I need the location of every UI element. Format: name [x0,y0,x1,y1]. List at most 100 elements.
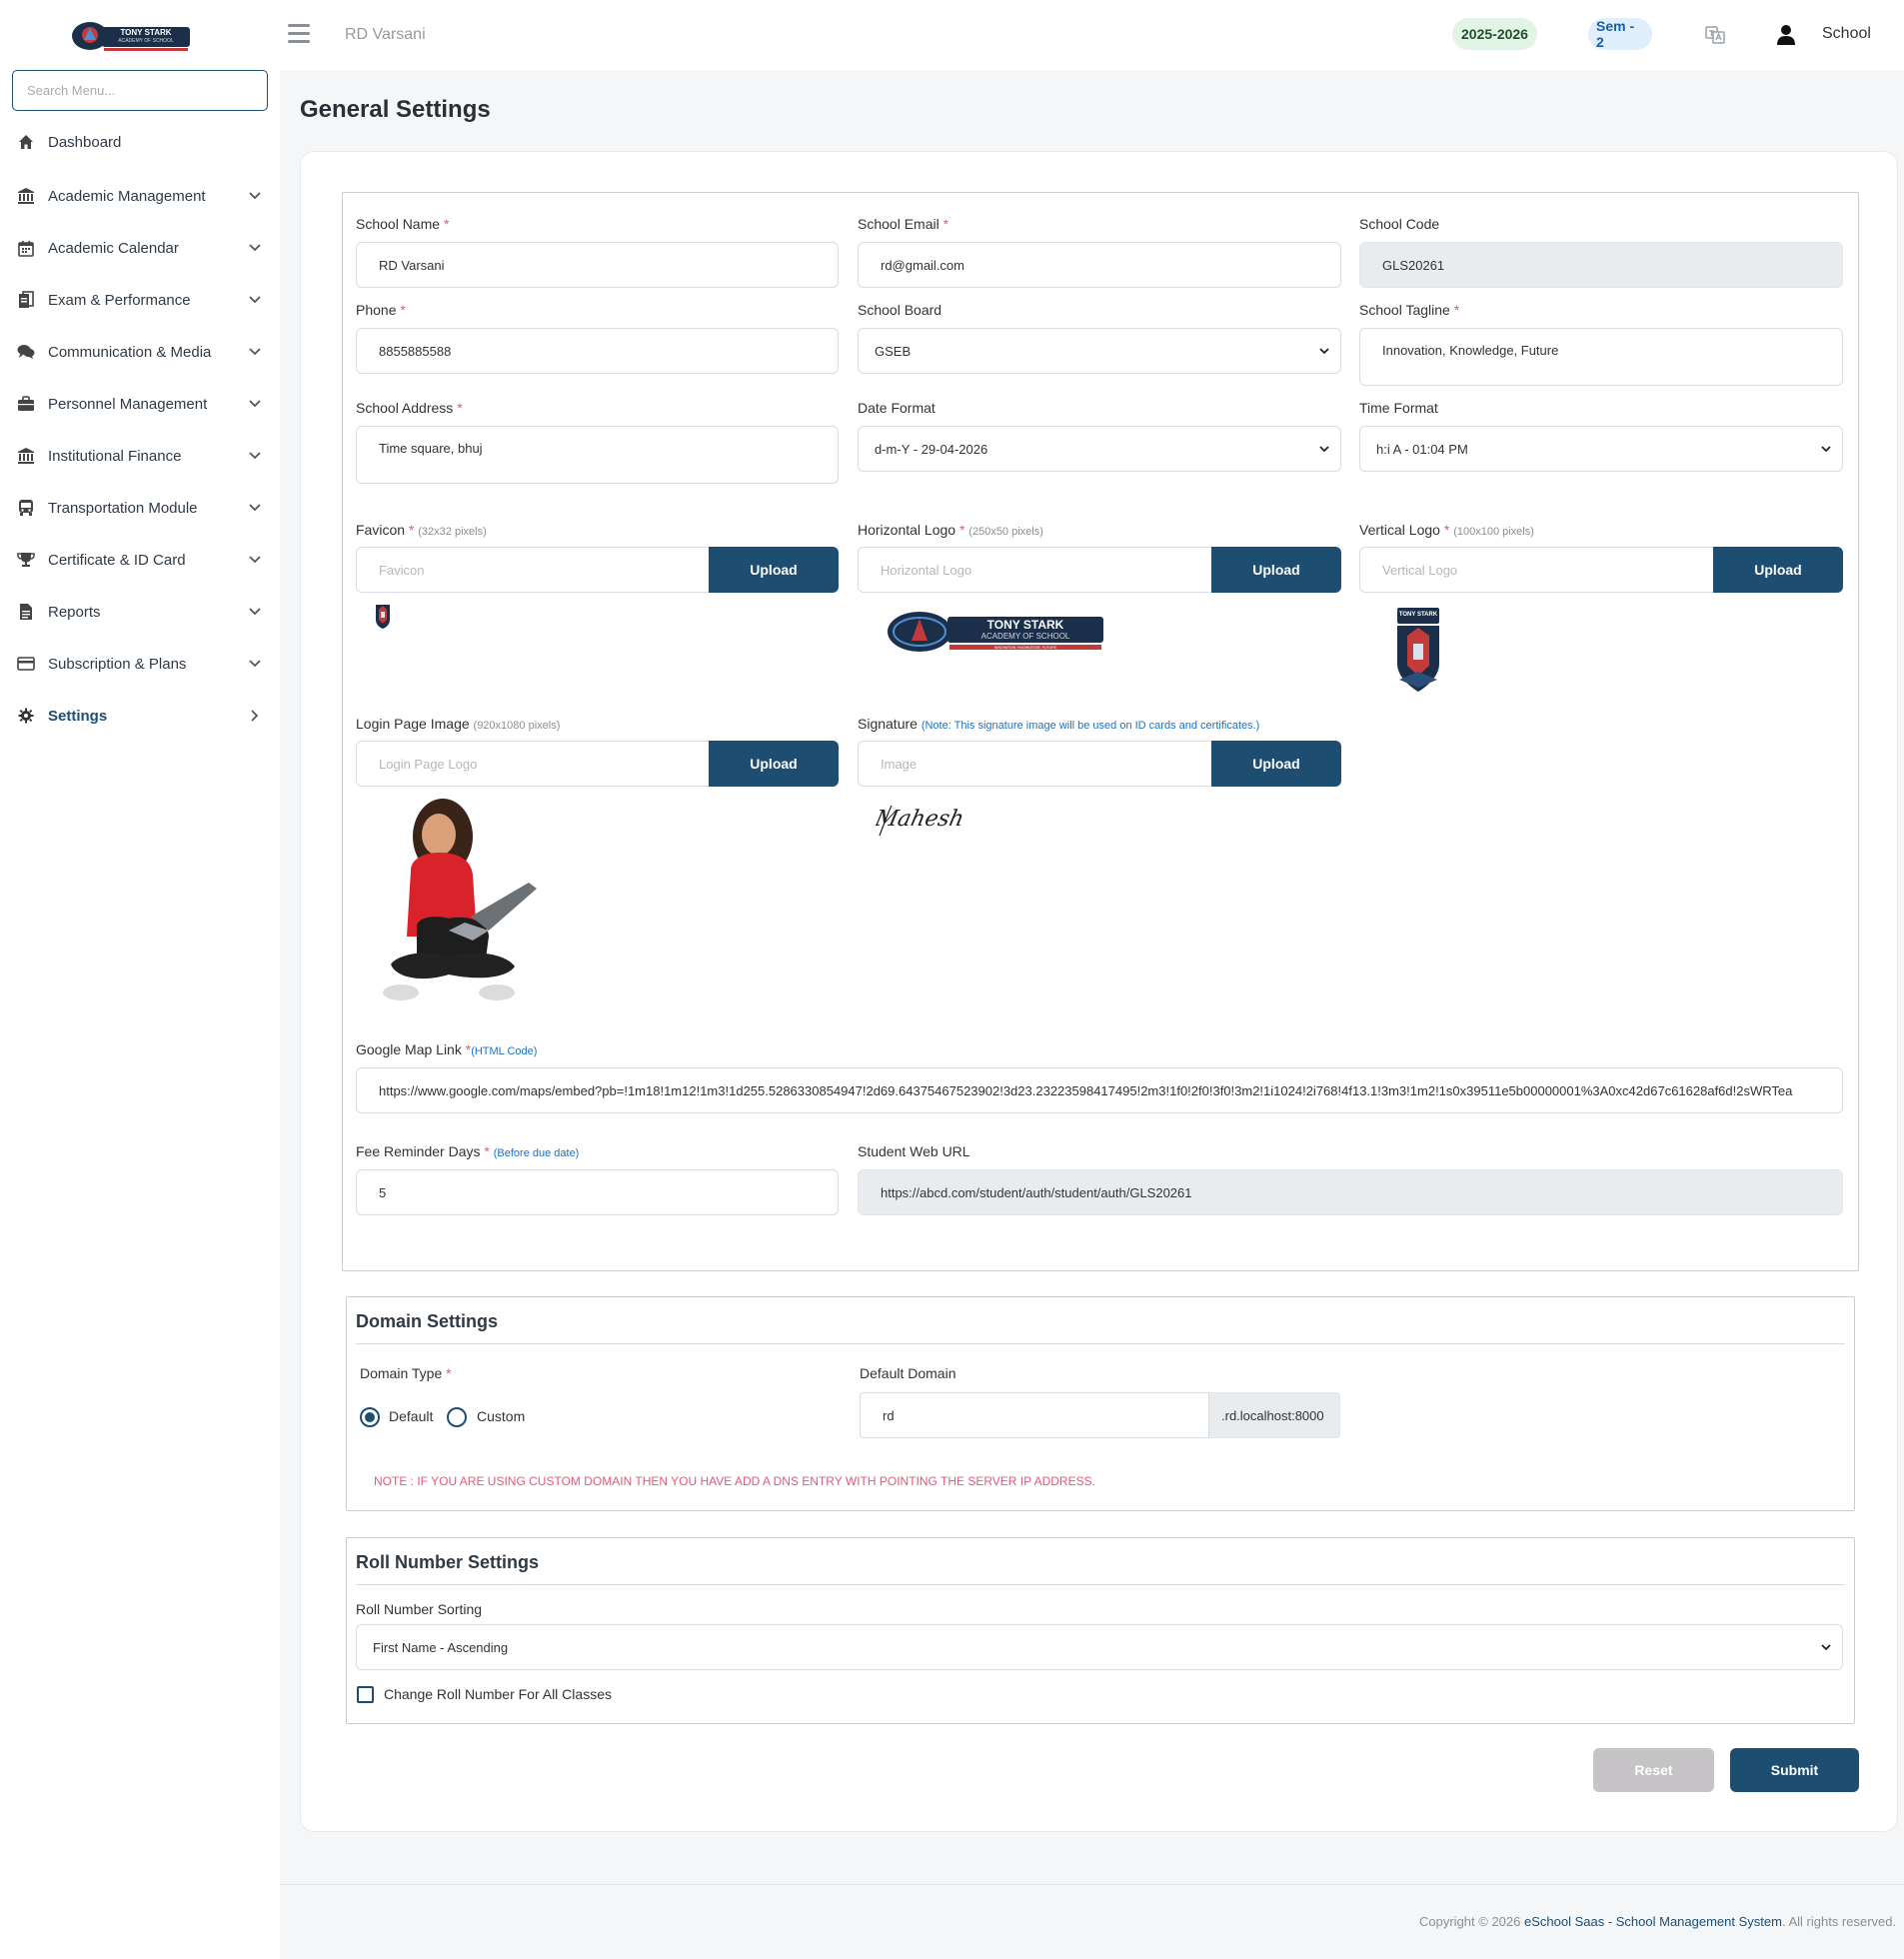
roll-number-sorting-label: Roll Number Sorting [356,1601,483,1617]
svg-text:TONY STARK: TONY STARK [1399,612,1438,618]
roll-number-sorting-select[interactable]: First Name - Ascending [356,1624,1843,1670]
school-address-label: School Address * [356,400,463,416]
student-web-url-input: https://abcd.com/student/auth/student/au… [858,1169,1843,1215]
date-format-label: Date Format [858,400,936,416]
bus-icon [16,498,36,518]
date-format-select[interactable]: d-m-Y - 29-04-2026 [858,426,1341,472]
roll-number-settings-title: Roll Number Settings [356,1552,540,1572]
footer: Copyright © 2026 eSchool Saas - School M… [1419,1914,1896,1929]
time-format-select[interactable]: h:i A - 01:04 PM [1359,426,1843,472]
menu-toggle-icon[interactable] [288,24,310,44]
user-label[interactable]: School [1822,25,1871,43]
school-tagline-textarea[interactable]: Innovation, Knowledge, Future [1359,328,1843,386]
page-title: General Settings [300,96,491,123]
login-image-file-input[interactable]: Login Page Logo [356,741,716,787]
vertical-logo-label: Vertical Logo * (100x100 pixels) [1359,522,1534,538]
login-image-upload-button[interactable]: Upload [709,741,839,787]
domain-type-custom-radio[interactable] [447,1407,467,1427]
school-email-input[interactable]: rd@gmail.com [858,242,1341,288]
domain-settings-title: Domain Settings [356,1311,499,1331]
calendar-icon [16,238,36,258]
session-year-badge[interactable]: 2025-2026 [1452,18,1537,50]
footer-suffix: . All rights reserved. [1781,1914,1897,1929]
chevron-down-icon [1820,443,1832,455]
signature-file-input[interactable]: Image [858,741,1217,787]
student-web-url-label: Student Web URL [858,1143,970,1159]
user-avatar-icon[interactable] [1776,24,1796,46]
sidebar-item-label: Settings [48,707,108,725]
reset-button[interactable]: Reset [1593,1748,1714,1792]
fee-reminder-input[interactable]: 5 [356,1169,839,1215]
signature-upload-button[interactable]: Upload [1211,741,1341,787]
footer-prefix: Copyright © 2026 [1419,1914,1524,1929]
chevron-down-icon [1820,1641,1832,1653]
divider [356,1343,1845,1344]
chevron-down-icon [248,605,262,619]
time-format-label: Time Format [1359,400,1438,416]
custom-domain-note: NOTE : IF YOU ARE USING CUSTOM DOMAIN TH… [374,1474,1095,1488]
default-domain-input[interactable]: rd [860,1392,1209,1438]
sidebar-item-settings[interactable]: Settings [0,690,280,742]
semester-badge[interactable]: Sem - 2 [1588,18,1652,50]
sidebar-nav: Dashboard Academic Management Academic C… [0,122,280,742]
sidebar-item-exam-performance[interactable]: Exam & Performance [0,274,280,326]
svg-text:TONY STARK: TONY STARK [987,618,1064,632]
change-roll-number-checkbox[interactable] [357,1686,374,1703]
horizontal-logo-upload-button[interactable]: Upload [1211,547,1341,593]
chevron-down-icon [248,397,262,411]
school-title: RD Varsani [345,26,426,43]
svg-text:INNOVATION, KNOWLEDGE, FUTURE: INNOVATION, KNOWLEDGE, FUTURE [994,646,1057,650]
chevron-right-icon [248,709,262,723]
sidebar-item-certificate-id-card[interactable]: Certificate & ID Card [0,534,280,586]
school-board-label: School Board [858,302,943,318]
login-image-preview [377,797,549,1010]
login-image-label: Login Page Image (920x1080 pixels) [356,716,561,732]
submit-button[interactable]: Submit [1730,1748,1859,1792]
domain-type-custom-label[interactable]: Custom [477,1408,525,1424]
signature-preview: Mahesh [876,800,965,840]
footer-brand-link[interactable]: eSchool Saas - School Management System [1524,1914,1782,1929]
phone-input[interactable]: 8855885588 [356,328,839,374]
sidebar-item-label: Transportation Module [48,499,198,517]
sidebar-item-academic-calendar[interactable]: Academic Calendar [0,222,280,274]
domain-type-default-label[interactable]: Default [389,1408,433,1424]
signature-label: Signature (Note: This signature image wi… [858,716,1260,732]
sidebar-item-academic-management[interactable]: Academic Management [0,170,280,222]
divider [356,1584,1845,1585]
search-menu-input[interactable] [12,70,268,111]
chevron-down-icon [248,553,262,567]
sidebar-item-institutional-finance[interactable]: Institutional Finance [0,430,280,482]
language-icon[interactable] [1704,24,1726,46]
briefcase-icon [16,394,36,414]
google-map-input[interactable]: https://www.google.com/maps/embed?pb=!1m… [356,1067,1843,1113]
sidebar-item-label: Exam & Performance [48,291,191,309]
school-tagline-label: School Tagline * [1359,302,1460,318]
vertical-logo-upload-button[interactable]: Upload [1713,547,1843,593]
sidebar-item-communication-media[interactable]: Communication & Media [0,326,280,378]
vertical-logo-file-input[interactable]: Vertical Logo [1359,547,1719,593]
sidebar-item-dashboard[interactable]: Dashboard [0,122,280,162]
sidebar: TONY STARK ACADEMY OF SCHOOL Dashboard A… [0,0,280,1959]
sidebar-item-label: Personnel Management [48,395,208,413]
change-roll-number-label[interactable]: Change Roll Number For All Classes [384,1686,612,1702]
sidebar-item-transportation-module[interactable]: Transportation Module [0,482,280,534]
school-name-input[interactable]: RD Varsani [356,242,839,288]
horizontal-logo-file-input[interactable]: Horizontal Logo [858,547,1217,593]
sidebar-item-label: Subscription & Plans [48,655,187,673]
home-icon [16,132,36,152]
domain-type-default-radio[interactable] [360,1407,380,1427]
topbar: RD Varsani 2025-2026 Sem - 2 School [280,0,1904,70]
sidebar-item-personnel-management[interactable]: Personnel Management [0,378,280,430]
sidebar-item-label: Reports [48,603,101,621]
school-logo[interactable]: TONY STARK ACADEMY OF SCHOOL [70,18,192,54]
domain-suffix: .rd.localhost:8000 [1209,1392,1340,1438]
chevron-down-icon [248,189,262,203]
sidebar-item-reports[interactable]: Reports [0,586,280,638]
school-address-textarea[interactable]: Time square, bhuj [356,426,839,484]
favicon-file-input[interactable]: Favicon [356,547,716,593]
school-code-input: GLS20261 [1359,242,1843,288]
favicon-upload-button[interactable]: Upload [709,547,839,593]
sidebar-item-label: Academic Calendar [48,239,179,257]
sidebar-item-subscription-plans[interactable]: Subscription & Plans [0,638,280,690]
school-board-select[interactable]: GSEB [858,328,1341,374]
